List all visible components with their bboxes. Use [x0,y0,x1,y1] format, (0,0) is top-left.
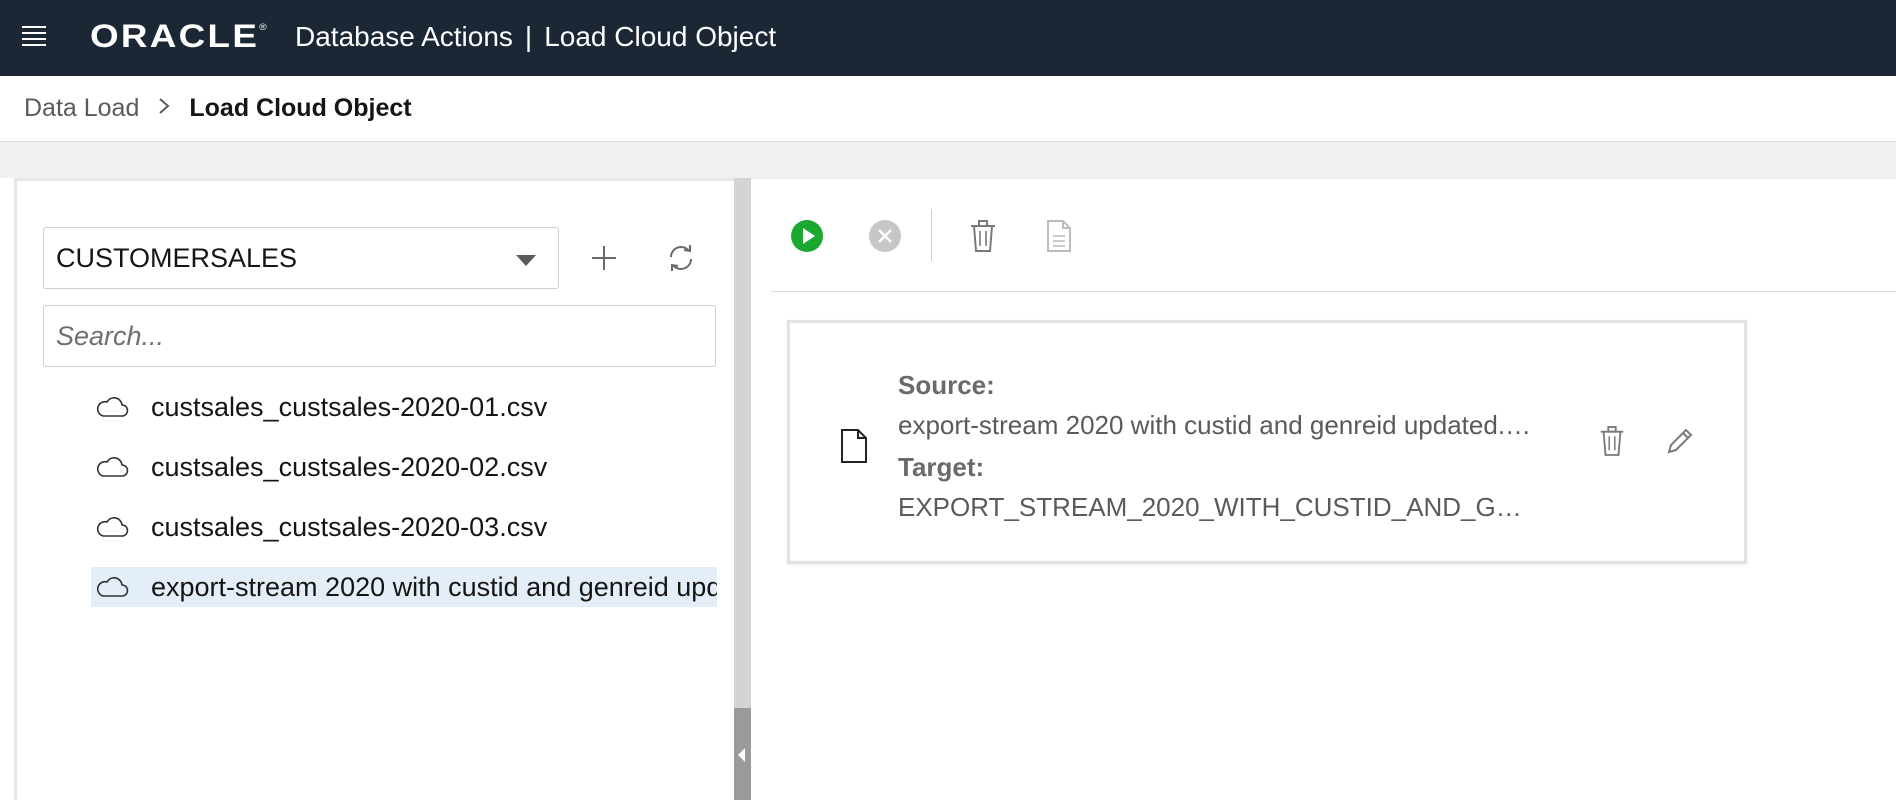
delete-button[interactable] [961,214,1005,258]
collapse-left-icon [738,748,745,762]
list-item[interactable]: custsales_custsales-2020-01.csv [91,387,717,427]
load-task-card[interactable]: Source: export-stream 2020 with custid a… [787,320,1747,564]
source-value: export-stream 2020 with custid and genre… [898,410,1538,440]
run-button[interactable] [785,214,829,258]
toolbar-divider [931,209,932,261]
cancel-icon [869,220,901,252]
source-label: Source: [898,370,995,400]
report-icon [1047,220,1071,252]
caret-down-icon [516,255,536,266]
run-icon [791,220,823,252]
refresh-icon [670,245,692,271]
bucket-select[interactable]: CUSTOMERSALES [43,227,559,289]
list-item[interactable]: custsales_custsales-2020-02.csv [91,447,717,487]
list-item-selected[interactable]: export-stream 2020 with custid and genre… [91,567,717,607]
delete-task-button[interactable] [1590,419,1634,463]
file-name: custsales_custsales-2020-03.csv [151,511,548,542]
target-value: EXPORT_STREAM_2020_WITH_CUSTID_AND_GENRE… [898,492,1538,522]
search-input[interactable] [43,305,716,367]
document-icon [841,429,867,463]
product-name: Database Actions [295,21,513,52]
plus-icon [592,246,616,270]
trash-icon [1600,426,1624,456]
report-button[interactable] [1037,214,1081,258]
cloud-icon [96,397,129,417]
file-list: custsales_custsales-2020-01.csv custsale… [91,387,717,627]
chevron-right-icon [157,96,171,122]
cloud-icon [96,577,129,597]
file-name: custsales_custsales-2020-02.csv [151,451,548,482]
list-item[interactable]: custsales_custsales-2020-03.csv [91,507,717,547]
toolbar [771,179,1896,292]
file-name: custsales_custsales-2020-01.csv [151,391,548,422]
oracle-logo[interactable]: ORACLE® [90,18,267,55]
header-band [0,142,1896,178]
breadcrumb-data-load[interactable]: Data Load [24,94,139,123]
page-name: Load Cloud Object [544,21,777,52]
cloud-storage-panel: CUSTOMERSALES custsales_custsales-2020-0… [14,178,738,800]
hamburger-menu-icon[interactable] [22,26,46,46]
trash-icon [971,220,995,252]
file-name: export-stream 2020 with custid and genre… [151,571,717,602]
app-title: Database Actions | Load Cloud Object [295,21,776,53]
edit-task-button[interactable] [1658,419,1702,463]
breadcrumb: Data Load Load Cloud Object [0,76,1896,142]
load-job-panel: Source: export-stream 2020 with custid a… [751,178,1896,800]
cloud-icon [96,457,129,477]
bucket-select-value: CUSTOMERSALES [56,242,298,273]
target-label: Target: [898,452,985,482]
breadcrumb-current: Load Cloud Object [189,94,412,122]
top-bar: ORACLE® Database Actions | Load Cloud Obje… [0,0,1896,76]
panel-splitter[interactable] [734,178,751,800]
add-location-button[interactable] [582,236,626,280]
splitter-handle[interactable] [734,708,751,800]
stop-button[interactable] [863,214,907,258]
pencil-icon [1667,428,1693,454]
title-separator: | [524,21,533,52]
cloud-icon [96,517,129,537]
refresh-button[interactable] [659,236,703,280]
